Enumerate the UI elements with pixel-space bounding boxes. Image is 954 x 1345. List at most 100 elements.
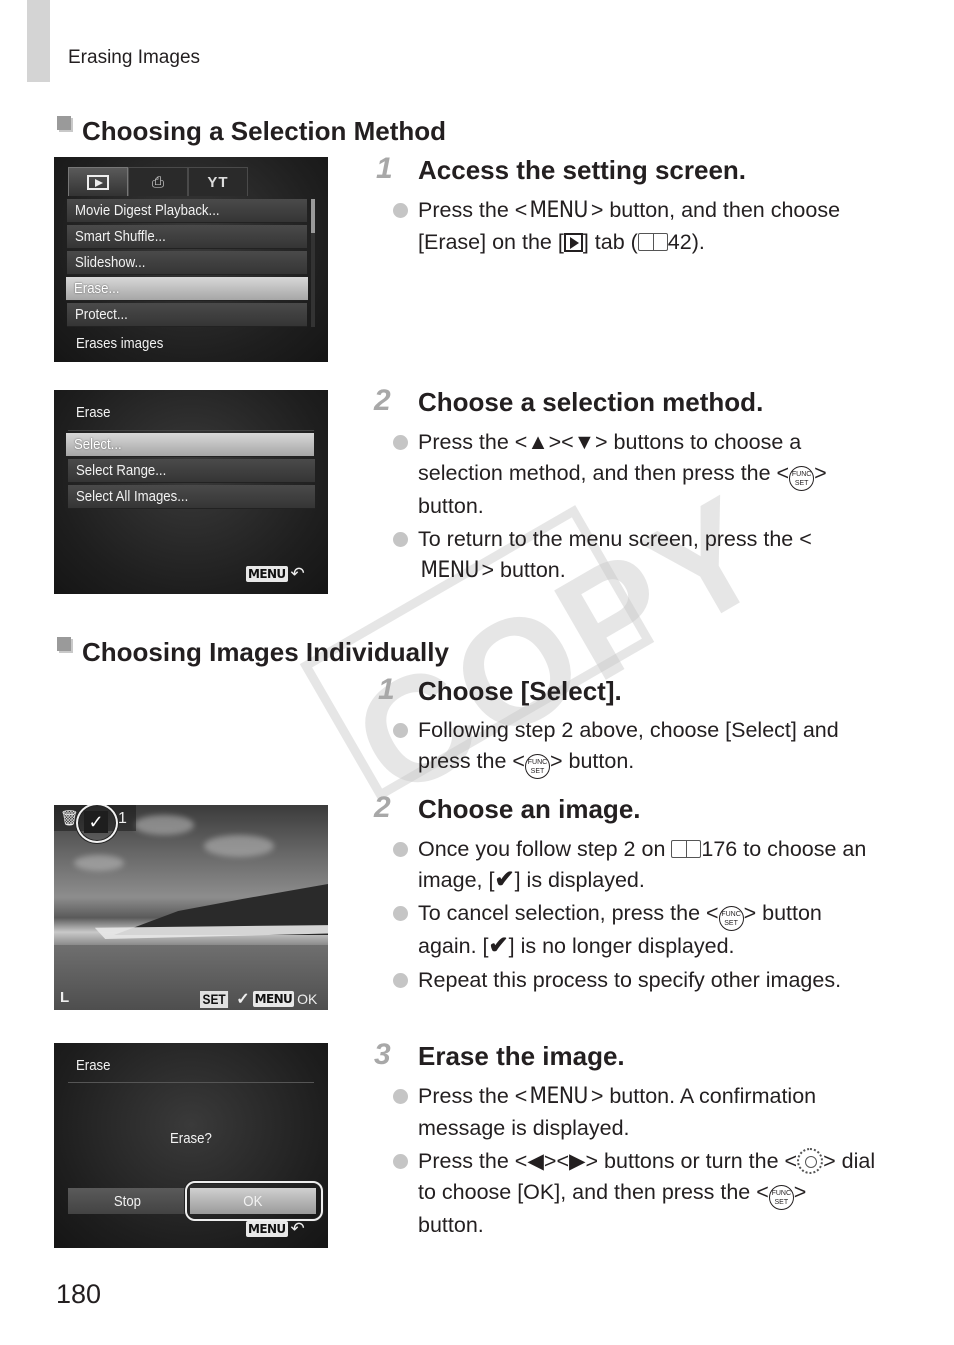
section-title-selection-method: Choosing a Selection Method: [82, 116, 447, 146]
bullet-dot: [393, 972, 408, 988]
bullet-item: Press the <▲><▼> buttons to choose a sel…: [393, 427, 858, 521]
step-title: Choose a selection method.: [418, 387, 764, 417]
bullet-dot: [393, 532, 408, 547]
step-bullets: Press the <▲><▼> buttons to choose a sel…: [393, 427, 858, 589]
check-icon: ✔: [494, 865, 515, 893]
bullet-item: Press the <◀><▶> buttons or turn the < > …: [393, 1146, 878, 1240]
menu-item-label: Select...: [74, 436, 122, 453]
road-strip: [94, 925, 328, 939]
menu-item-smart-shuffle[interactable]: Smart Shuffle...: [67, 225, 307, 249]
camera-screen-image-select: 🗑 ✓ 1 L SET ✓ MENU OK: [54, 805, 328, 1010]
step-title: Choose an image.: [418, 794, 641, 824]
func-set-button-icon: FUNC SET: [524, 753, 550, 779]
menu-item-label: Smart Shuffle...: [75, 228, 166, 245]
return-icon: ↶: [290, 564, 305, 583]
menu-item-protect[interactable]: Protect...: [67, 303, 307, 327]
menu-item-label: Erase...: [74, 280, 120, 297]
book-reference-icon: [671, 840, 702, 858]
menu-button-glyph: MENU: [529, 1084, 589, 1109]
text: To cancel selection, press the <: [418, 901, 719, 925]
bullet-item: To return to the menu screen, press the …: [393, 524, 858, 586]
text: ] is no longer displayed.: [508, 934, 735, 958]
bullet-item: Once you follow step 2 on 176 to choose …: [393, 834, 868, 895]
bullet-dot: [393, 435, 408, 450]
text: ] tab (: [582, 229, 638, 254]
menu-item-label: Select All Images...: [76, 488, 189, 505]
running-head: Erasing Images: [68, 47, 201, 68]
highlight-ring: [76, 805, 118, 843]
text: Press the <◀><▶> buttons or turn the <: [418, 1149, 798, 1173]
camera-screen-erase-menu: Erase Select... Select Range... Select A…: [54, 390, 328, 594]
stop-button[interactable]: Stop: [68, 1188, 186, 1214]
step-number: 3: [374, 1038, 391, 1071]
menu-button-glyph: MENU: [420, 557, 480, 583]
menu-item-label: Movie Digest Playback...: [75, 202, 220, 219]
text: Repeat this process to specify other ima…: [418, 967, 842, 992]
menu-hint: Erases images: [76, 335, 164, 352]
bullet-dot: [393, 203, 408, 218]
bullet-dot: [393, 906, 408, 921]
button-hints: SET ✓ MENU OK: [200, 989, 317, 1009]
bullet-dot: [393, 842, 408, 857]
camera-screen-playback-menu: ⎙ YT Movie Digest Playback... Smart Shuf…: [54, 157, 328, 362]
playback-tab-icon: [563, 232, 583, 252]
selected-count: 1: [118, 810, 127, 827]
step-bullets: Press the < MENU > button. A confirmation …: [393, 1081, 878, 1243]
chapter-tab-marker: [27, 0, 50, 82]
menu-item-movie-digest[interactable]: Movie Digest Playback...: [67, 199, 307, 223]
page-reference: 176: [701, 837, 738, 861]
menu-item-label: Select Range...: [76, 462, 167, 479]
book-reference-icon: [637, 232, 668, 251]
camera-screen-erase-confirm: Erase Erase? Stop OK MENU ↶: [54, 1043, 328, 1248]
bullet-item: To cancel selection, press the < FUNC SET >…: [393, 898, 868, 962]
text: 42).: [667, 229, 705, 254]
print-icon: ⎙: [151, 173, 164, 191]
text: Once you follow step 2 on: [418, 837, 672, 861]
menu-tabs: ⎙ YT: [68, 167, 248, 197]
bullet-dot: [393, 723, 408, 738]
menu-back-hint[interactable]: MENU ↶: [246, 1220, 305, 1237]
screen-title: Erase: [76, 404, 111, 421]
ok-action: OK: [297, 991, 318, 1007]
step-bullets: Following step 2 above, choose [Select] …: [393, 715, 858, 782]
menu-item-label: Protect...: [75, 306, 128, 323]
confirm-question: Erase?: [170, 1130, 212, 1147]
menu-scroll-thumb[interactable]: [311, 199, 315, 233]
menu-item-select-all[interactable]: Select All Images...: [68, 485, 315, 509]
step-number: 2: [374, 791, 391, 824]
func-set-button-icon: FUNC SET: [718, 906, 744, 931]
section-title-images-individually: Choosing Images Individually: [82, 637, 449, 667]
step-bullets: Press the < MENU > button, and then choose…: [393, 195, 888, 260]
selection-ring: [185, 1181, 323, 1221]
divider: [68, 430, 314, 431]
control-dial-icon: [797, 1148, 824, 1174]
section-bullet-square: [57, 637, 71, 651]
page-number: 180: [56, 1279, 102, 1309]
step-bullets: Once you follow step 2 on 176 to choose …: [393, 834, 868, 998]
cloud: [74, 855, 124, 871]
menu-badge: MENU: [246, 566, 288, 582]
bullet-item: Press the < MENU > button. A confirmation …: [393, 1081, 878, 1143]
step-title: Access the setting screen.: [418, 155, 747, 185]
menu-badge: MENU: [246, 1221, 288, 1237]
bullet-item: Following step 2 above, choose [Select] …: [393, 715, 858, 779]
menu-back-hint[interactable]: MENU ↶: [246, 564, 305, 583]
button-label: Stop: [113, 1192, 141, 1210]
tab-playback[interactable]: [68, 167, 128, 196]
menu-item-label: Slideshow...: [75, 254, 146, 271]
cloud: [204, 835, 274, 857]
step-number: 2: [374, 384, 391, 417]
bullet-item: Repeat this process to specify other ima…: [393, 965, 868, 996]
set-badge: SET: [200, 990, 229, 1008]
bullet-dot: [393, 1089, 408, 1104]
tab-settings[interactable]: YT: [188, 167, 248, 196]
check-icon: ✔: [488, 932, 509, 959]
menu-item-select-range[interactable]: Select Range...: [68, 459, 315, 483]
menu-item-slideshow[interactable]: Slideshow...: [67, 251, 307, 275]
step-title: Choose [Select].: [418, 676, 622, 706]
menu-button-glyph: MENU: [529, 198, 589, 223]
tab-print[interactable]: ⎙: [128, 167, 188, 196]
screen-title: Erase: [76, 1057, 111, 1074]
menu-item-erase[interactable]: Erase...: [66, 277, 308, 301]
menu-item-select[interactable]: Select...: [66, 433, 314, 457]
